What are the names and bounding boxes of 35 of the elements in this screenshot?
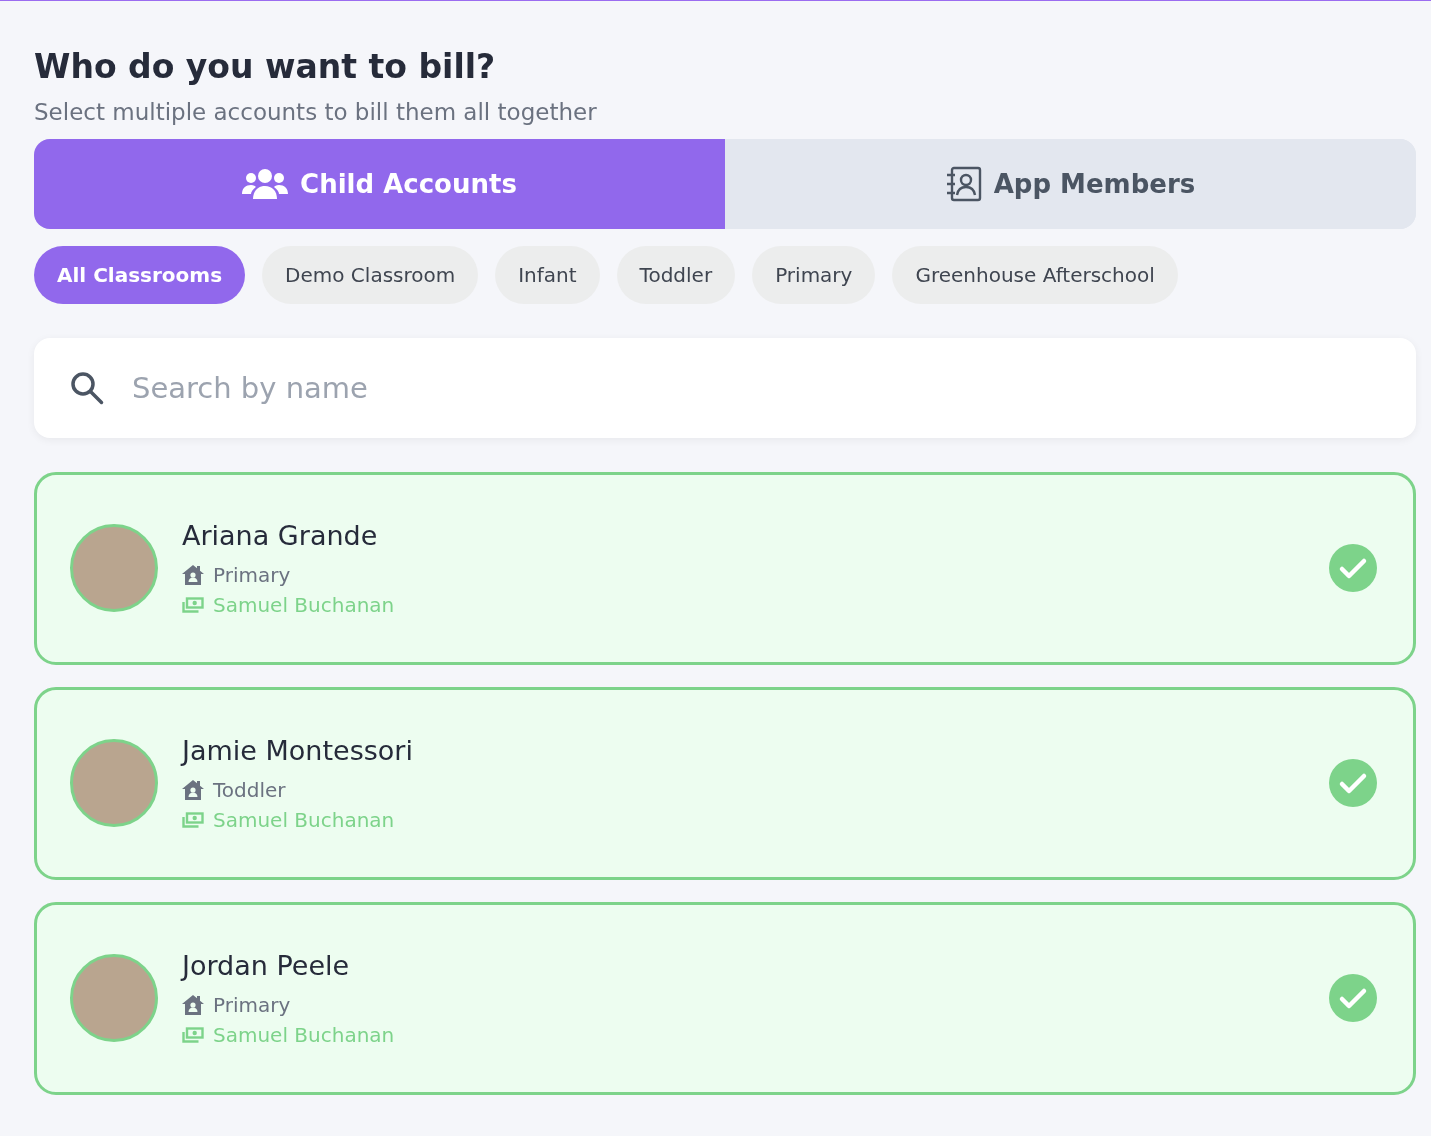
classroom-filter-chip[interactable]: Demo Classroom	[262, 245, 479, 304]
account-name: Jamie Montessori	[182, 734, 413, 766]
account-type-tab[interactable]: Child Accounts	[34, 138, 725, 229]
search-input[interactable]: Search by name	[130, 369, 1416, 406]
payer-name: Samuel Buchanan	[213, 807, 395, 832]
account-card[interactable]: Jordan Peele Primary Samuel Buchanan	[34, 901, 1416, 1095]
search-icon	[70, 370, 104, 405]
money-icon	[182, 1026, 204, 1043]
house-icon	[182, 994, 204, 1015]
house-icon	[182, 564, 204, 585]
classroom-label: Primary	[213, 992, 291, 1017]
classroom-label: Primary	[213, 562, 291, 587]
search-field[interactable]: Search by name	[34, 337, 1416, 438]
classroom-filter-chip[interactable]: All Classrooms	[34, 245, 246, 304]
account-name: Jordan Peele	[182, 949, 350, 981]
classroom-filter-chip[interactable]: Primary	[752, 245, 876, 304]
page-title: Who do you want to bill?	[34, 47, 496, 87]
contact-book-icon	[945, 165, 982, 202]
money-icon	[182, 596, 204, 613]
check-circle-icon	[1329, 544, 1377, 593]
account-card[interactable]: Jamie Montessori Toddler Samuel Buchanan	[34, 686, 1416, 880]
classroom-filter-chip[interactable]: Greenhouse Afterschool	[892, 245, 1178, 304]
house-icon	[182, 779, 204, 800]
check-circle-icon	[1329, 974, 1377, 1023]
people-group-icon	[242, 167, 289, 200]
classroom-filter-chip[interactable]: Infant	[495, 245, 600, 304]
check-circle-icon	[1329, 759, 1377, 808]
page-subtitle: Select multiple accounts to bill them all together	[34, 98, 597, 125]
account-card[interactable]: Ariana Grande Primary Samuel Buchanan	[34, 471, 1416, 665]
money-icon	[182, 811, 204, 828]
classroom-filter-chip[interactable]: Toddler	[616, 245, 736, 304]
payer-name: Samuel Buchanan	[213, 1022, 395, 1047]
classroom-label: Toddler	[213, 777, 286, 802]
payer-name: Samuel Buchanan	[213, 592, 395, 617]
account-name: Ariana Grande	[182, 519, 378, 551]
